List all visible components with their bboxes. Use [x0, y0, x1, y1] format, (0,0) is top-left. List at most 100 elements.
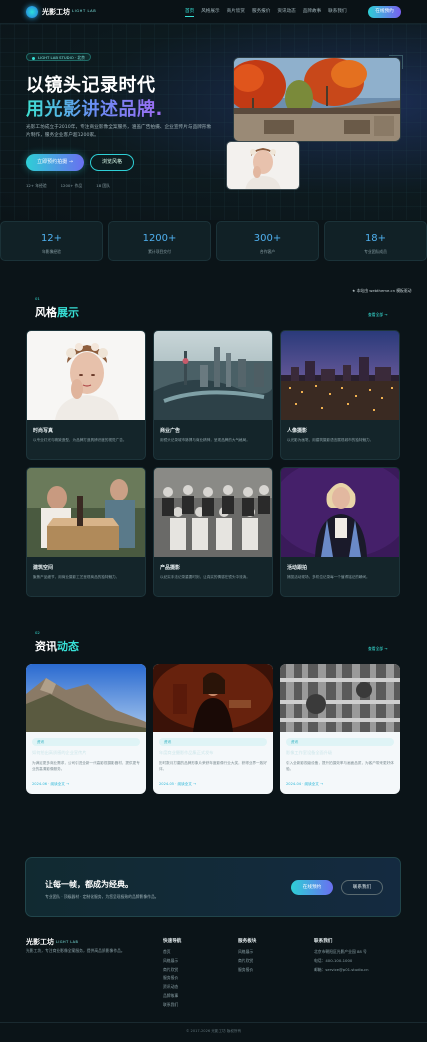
cta-booking-button[interactable]: 在线预约: [291, 880, 333, 895]
style-card-title: 建筑空间: [33, 565, 54, 571]
style-card[interactable]: 建筑空间 聚焦产品细节，用商业摄影工艺呈现商品的独特魅力。: [26, 467, 146, 597]
footer-link[interactable]: 商片欣赏: [163, 966, 178, 975]
stat-number: 1200+: [142, 233, 177, 244]
hero-stat: 18 团队: [96, 183, 110, 188]
footer-link[interactable]: 商片欣赏: [238, 957, 253, 966]
footer-link[interactable]: 品牌故事: [163, 992, 178, 1001]
news-card[interactable]: 资讯 如何拍出高质感的企业宣传片 为满足更多商业需求，公司引进全新一代高影视摄影…: [26, 664, 146, 794]
style-card[interactable]: 时尚写真 以专业灯光与精致造型，为品牌打造具辨识度的视觉广告。: [26, 330, 146, 460]
footer-address: 北京市朝阳区光影产业园 88 号: [314, 949, 367, 954]
news-desc: 为满足更多商业需求，公司引进全新一代高影视摄影器材，提供更专业的高清影像服务。: [32, 761, 140, 771]
footer-link[interactable]: 服务报价: [238, 966, 253, 975]
nav-link-home[interactable]: 首页: [185, 8, 195, 17]
nav-link-contact[interactable]: 联系我们: [328, 8, 346, 17]
section-number: 01: [35, 296, 40, 301]
style-card[interactable]: 活动跟拍 捕捉活动现场，多机位记录每一个值得铭记的瞬间。: [280, 467, 400, 597]
cta-contact-button[interactable]: 联系我们: [341, 880, 383, 895]
style-card[interactable]: 产品摄影 以纪实手法记录重要时刻，让真实的情感在镜头中流淌。: [153, 467, 273, 597]
news-desc: 引入全新影视级设备，提升拍摄效率与画面品质，为客户带来更好体验。: [286, 761, 394, 771]
style-card-desc: 以纪实手法记录重要时刻，让真实的情感在镜头中流淌。: [160, 575, 250, 579]
section-title-news: 资讯动态: [35, 638, 79, 654]
hero-title-line2: 用光影讲述品牌.: [26, 95, 163, 121]
cta-description: 专业团队 · 顶级器材 · 定制化服务，为您呈现极致的品牌影像作品。: [45, 894, 159, 899]
nav-link-pricing[interactable]: 服务报价: [252, 8, 270, 17]
stat-label: 累计项目交付: [148, 249, 171, 254]
style-card-desc: 聚焦产品细节，用商业摄影工艺呈现商品的独特魅力。: [33, 575, 120, 579]
stat-card: 12+ 年影像经验: [0, 221, 103, 261]
footer-link[interactable]: 风格展示: [238, 948, 253, 957]
news-tag: 资讯: [286, 738, 394, 746]
stat-card: 300+ 合作客户: [216, 221, 319, 261]
news-card[interactable]: 资讯 影像工作室设备全面升级 引入全新影视级设备，提升拍摄效率与画面品质，为客户…: [280, 664, 400, 794]
hero-description: 光影工坊成立于2010年，专注商业影像全案服务，涵盖广告拍摄、企业宣传片与品牌形…: [26, 125, 212, 138]
stat-card: 18+ 专业团队成员: [324, 221, 427, 261]
stat-label: 专业团队成员: [364, 249, 387, 254]
footer-services-list: 风格展示 商片欣赏 服务报价: [238, 948, 253, 974]
news-image-machinery: [280, 664, 400, 732]
nav-link-styles[interactable]: 风格展示: [201, 8, 219, 17]
news-title[interactable]: 影像工作室设备全面升级: [286, 750, 394, 756]
footer-link[interactable]: 资讯动态: [163, 983, 178, 992]
style-card-title: 产品摄影: [160, 565, 181, 571]
news-image-mountain: [26, 664, 146, 732]
section-title-part: 资讯: [35, 640, 57, 653]
footer-link[interactable]: 首页: [163, 948, 178, 957]
footer-brand-subtitle: LIGHT LAB: [56, 940, 79, 944]
hero-badge: LIGHT LAB STUDIO · 北京: [26, 53, 91, 61]
cta-banner: 让每一帧，都成为经典。 专业团队 · 顶级器材 · 定制化服务，为您呈现极致的品…: [25, 857, 401, 917]
footer-phone[interactable]: 电话：400-100-1000: [314, 957, 369, 966]
style-card-image-group-photo: [154, 468, 272, 557]
news-title[interactable]: 如何拍出高质感的企业宣传片: [32, 750, 140, 756]
stat-number: 18+: [364, 233, 387, 244]
nav-booking-button[interactable]: 在线预约: [368, 6, 401, 18]
book-shoot-button[interactable]: 立即预约拍摄 →: [26, 154, 84, 171]
style-card[interactable]: 人像摄影 以光影为画笔，用建筑摄影语言展现城市的独特魅力。: [280, 330, 400, 460]
footer-nav-list: 首页 风格展示 商片欣赏 服务报价 资讯动态 品牌故事 联系我们: [163, 948, 178, 1010]
style-card-title: 人像摄影: [287, 428, 308, 434]
hero-image-autumn-building: [233, 57, 401, 142]
logo-text[interactable]: 光影工坊: [42, 7, 70, 17]
news-tag: 资讯: [32, 738, 140, 746]
stat-label: 年影像经验: [42, 249, 61, 254]
style-card[interactable]: 商业广告 用镜头记录城市脉搏与商业精神，呈现品牌的大气格局。: [153, 330, 273, 460]
news-desc: 历时数月打磨的品牌形象片荣获年度影像行业大奖，获得业界一致好评。: [159, 761, 267, 771]
style-card-image-city: [154, 331, 272, 420]
footer-email[interactable]: 邮箱：service@p01.studio.cn: [314, 966, 369, 975]
news-tag: 资讯: [159, 738, 267, 746]
view-all-news-link[interactable]: 查看全部 →: [368, 646, 388, 652]
nav-link-story[interactable]: 品牌故事: [303, 8, 321, 17]
section-title-part: 风格: [35, 306, 57, 319]
hero-badge-text: LIGHT LAB STUDIO · 北京: [38, 55, 85, 60]
theme-credit[interactable]: ★ 本站由 webtheme.cn 模板驱动: [352, 288, 411, 294]
news-title[interactable]: 年度商业摄影作品集正式发布: [159, 750, 267, 756]
news-read-more[interactable]: 2024-06 · 阅读全文 →: [32, 782, 69, 787]
logo-icon[interactable]: [26, 6, 38, 18]
news-card[interactable]: 资讯 年度商业摄影作品集正式发布 历时数月打磨的品牌形象片荣获年度影像行业大奖，…: [153, 664, 273, 794]
footer-brand[interactable]: 光影工坊: [26, 937, 54, 947]
style-card-title: 商业广告: [160, 428, 181, 434]
footer-link[interactable]: 联系我们: [163, 1001, 178, 1010]
browse-styles-button[interactable]: 浏览风格: [90, 154, 134, 171]
footer-description: 光影工坊，专注商业影像全案服务，提供高品质影像作品。: [26, 948, 125, 953]
stat-label: 合作客户: [259, 249, 276, 254]
logo-subtitle: LIGHT LAB: [72, 9, 97, 13]
style-card-desc: 捕捉活动现场，多机位记录每一个值得铭记的瞬间。: [287, 575, 370, 579]
section-title-accent: 展示: [57, 306, 79, 319]
hero-stat: 12+ 年经验: [26, 183, 47, 188]
news-read-more[interactable]: 2024-05 · 阅读全文 →: [159, 782, 196, 787]
section-title-accent: 动态: [57, 640, 79, 653]
news-image-musician: [153, 664, 273, 732]
nav-link-news[interactable]: 资讯动态: [277, 8, 295, 17]
style-card-image-fashion: [27, 331, 145, 420]
footer-col-title-services: 服务板块: [238, 939, 257, 944]
news-read-more[interactable]: 2024-04 · 阅读全文 →: [286, 782, 323, 787]
stat-number: 12+: [40, 233, 63, 244]
hero-stat: 1200+ 作品: [60, 183, 83, 188]
dot-icon: [32, 56, 35, 60]
footer-link[interactable]: 服务报价: [163, 974, 178, 983]
footer-link[interactable]: 风格展示: [163, 957, 178, 966]
view-all-styles-link[interactable]: 查看全部 →: [368, 312, 388, 318]
style-card-desc: 用镜头记录城市脉搏与商业精神，呈现品牌的大气格局。: [160, 438, 250, 442]
style-card-title: 时尚写真: [33, 428, 54, 434]
nav-link-works[interactable]: 商片欣赏: [227, 8, 245, 17]
